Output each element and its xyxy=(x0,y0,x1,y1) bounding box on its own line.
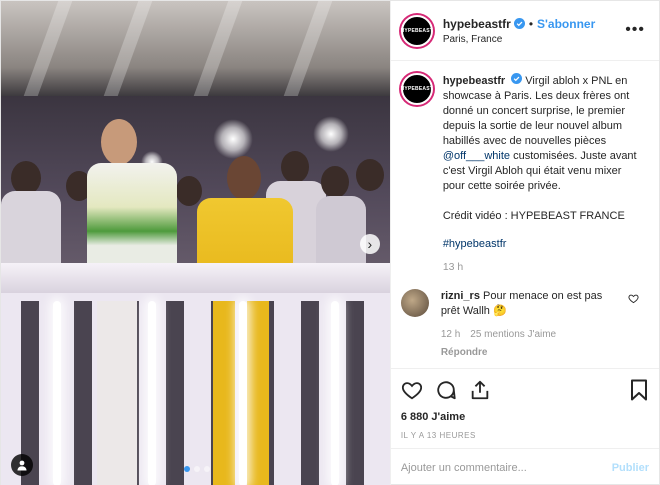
comment-input[interactable] xyxy=(400,461,591,474)
comment-item: rizni_rs Pour menace on est pas prêt Wal… xyxy=(400,289,649,360)
heart-icon[interactable] xyxy=(628,293,639,304)
tagged-users-button[interactable] xyxy=(11,454,33,476)
likes-count[interactable]: 6 880 J'aime xyxy=(401,411,649,423)
balcony-rail xyxy=(1,263,390,293)
avatar[interactable] xyxy=(400,289,429,317)
carousel-dots xyxy=(184,466,210,472)
username-link[interactable]: hypebeastfr xyxy=(443,75,505,87)
separator: • xyxy=(528,16,534,31)
avatar[interactable]: HYPEBEAST xyxy=(401,73,433,105)
avatar[interactable]: HYPEBEAST xyxy=(401,14,433,47)
comment-icon[interactable] xyxy=(435,379,457,401)
caption: HYPEBEAST hypebeastfr Virgil abloh x PNL… xyxy=(401,73,649,275)
share-icon[interactable] xyxy=(469,379,491,401)
carousel-dot xyxy=(184,466,190,472)
comments-section: HYPEBEAST hypebeastfr Virgil abloh x PNL… xyxy=(391,61,659,368)
post-sidebar: HYPEBEAST hypebeastfr • S'abonner Paris,… xyxy=(389,1,659,485)
user-icon xyxy=(17,460,27,471)
heart-icon[interactable] xyxy=(401,379,423,401)
carousel-dot xyxy=(204,466,210,472)
performer-head xyxy=(227,156,261,200)
chevron-right-icon: › xyxy=(367,236,373,252)
username-link[interactable]: rizni_rs xyxy=(441,290,480,302)
post-timestamp: IL Y A 13 HEURES xyxy=(400,431,476,440)
more-options-icon[interactable]: ••• xyxy=(625,21,645,39)
comment-time: 12 h xyxy=(440,329,461,340)
post-actions: 6 880 J'aime IL Y A 13 HEURES xyxy=(390,368,659,448)
verified-badge-icon xyxy=(511,73,523,84)
next-slide-button[interactable]: › xyxy=(359,234,380,254)
add-comment-bar: Publier xyxy=(390,448,659,485)
performer-jacket xyxy=(87,163,177,273)
location-link[interactable]: Paris, France xyxy=(443,34,595,45)
caption-credit: Crédit vidéo : HYPEBEAST FRANCE xyxy=(442,210,625,222)
publish-button[interactable]: Publier xyxy=(612,462,649,474)
mention-link[interactable]: @off___white xyxy=(443,150,510,162)
post-header: HYPEBEAST hypebeastfr • S'abonner Paris,… xyxy=(390,1,659,61)
hashtag-link[interactable]: #hypebeastfr xyxy=(443,237,643,252)
post-video[interactable]: › xyxy=(1,1,390,485)
comment-likes[interactable]: 25 mentions J'aime xyxy=(470,327,556,342)
caption-time: 13 h xyxy=(442,261,464,273)
follow-button[interactable]: S'abonner xyxy=(537,17,595,31)
video-frame xyxy=(1,1,390,485)
verified-badge-icon xyxy=(513,18,525,29)
instagram-post: › HYPEBEAST hypebeastfr • S'abonner Pari… xyxy=(0,0,660,485)
username-link[interactable]: hypebeastfr xyxy=(443,17,511,31)
performer-head xyxy=(101,119,137,165)
reply-button[interactable]: Répondre xyxy=(441,345,488,360)
bookmark-icon[interactable] xyxy=(629,379,649,401)
carousel-dot xyxy=(194,466,200,472)
